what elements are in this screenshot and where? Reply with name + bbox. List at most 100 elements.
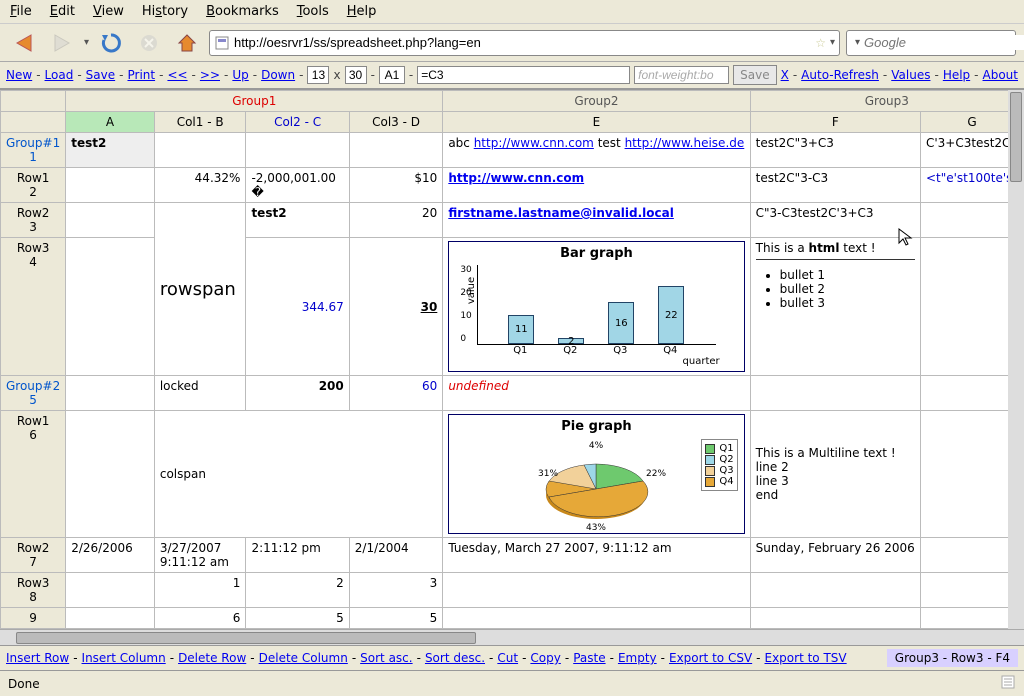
cell-c5[interactable]: 200 [246, 376, 349, 411]
next-link[interactable]: >> [200, 68, 220, 82]
url-input[interactable] [234, 35, 811, 50]
cell-d5[interactable]: 60 [349, 376, 443, 411]
cell-c1[interactable] [246, 133, 349, 168]
cell-c8[interactable]: 2 [246, 573, 349, 608]
cell-f3[interactable]: C"3-C3test2C'3+C3 [750, 203, 920, 238]
cell-a3[interactable] [66, 203, 155, 238]
vertical-scrollbar[interactable] [1008, 90, 1024, 629]
cell-a1[interactable]: test2 [66, 133, 155, 168]
insert-row-link[interactable]: Insert Row [6, 651, 69, 665]
sheet-area[interactable]: Group1 Group2 Group3 A Col1 - B Col2 - C… [0, 89, 1024, 629]
notes-icon[interactable] [1000, 674, 1016, 693]
url-bar[interactable]: ☆ ▾ [209, 30, 840, 56]
row1-header[interactable]: Group#1 1 [1, 133, 66, 168]
about-link[interactable]: About [983, 68, 1018, 82]
values-link[interactable]: Values [891, 68, 930, 82]
cell-f1[interactable]: test2C"3+C3 [750, 133, 920, 168]
cell-a4[interactable] [66, 238, 155, 376]
row-header-blank[interactable] [1, 112, 66, 133]
cell-b6[interactable]: colspan [154, 411, 442, 538]
cell-e6[interactable]: Pie graph 4% 22% 31% 43% Q1 Q2 [443, 411, 750, 538]
cell-d1[interactable] [349, 133, 443, 168]
cell-d8[interactable]: 3 [349, 573, 443, 608]
cell-d4[interactable]: 30 [349, 238, 443, 376]
menu-tools[interactable]: Tools [297, 4, 329, 19]
cut-link[interactable]: Cut [497, 651, 518, 665]
col-c-header[interactable]: Col2 - C [246, 112, 349, 133]
autorefresh-link[interactable]: Auto-Refresh [801, 68, 879, 82]
cell-f7[interactable]: Sunday, February 26 2006 [750, 538, 920, 573]
cell-b1[interactable] [154, 133, 246, 168]
cell-f4[interactable]: This is a html text ! bullet 1 bullet 2 … [750, 238, 920, 376]
export-tsv-link[interactable]: Export to TSV [765, 651, 847, 665]
cell-a9[interactable] [66, 608, 155, 629]
sort-desc-link[interactable]: Sort desc. [425, 651, 485, 665]
cols-input[interactable] [307, 66, 329, 84]
cell-e7[interactable]: Tuesday, March 27 2007, 9:11:12 am [443, 538, 750, 573]
row7-header[interactable]: Row2 7 [1, 538, 66, 573]
menu-bookmarks[interactable]: Bookmarks [206, 4, 279, 19]
insert-col-link[interactable]: Insert Column [82, 651, 166, 665]
row6-header[interactable]: Row1 6 [1, 411, 66, 538]
cell-b9[interactable]: 6 [154, 608, 246, 629]
row3-header[interactable]: Row2 3 [1, 203, 66, 238]
row5-header[interactable]: Group#2 5 [1, 376, 66, 411]
empty-link[interactable]: Empty [618, 651, 657, 665]
row2-header[interactable]: Row1 2 [1, 168, 66, 203]
dropdown-icon[interactable]: ▾ [855, 37, 860, 48]
cell-f8[interactable] [750, 573, 920, 608]
prev-link[interactable]: << [167, 68, 187, 82]
formula-input[interactable] [417, 66, 630, 84]
dropdown-icon[interactable]: ▾ [830, 37, 835, 48]
email-link[interactable]: firstname.lastname@invalid.local [448, 206, 674, 220]
delete-row-link[interactable]: Delete Row [178, 651, 246, 665]
cell-f6[interactable]: This is a Multiline text ! line 2 line 3… [750, 411, 920, 538]
cell-d9[interactable]: 5 [349, 608, 443, 629]
cell-e4[interactable]: Bar graph value 3020100 11 2 16 22 Q1Q2Q… [443, 238, 750, 376]
copy-link[interactable]: Copy [530, 651, 560, 665]
cell-e1[interactable]: abc http://www.cnn.com test http://www.h… [443, 133, 750, 168]
x-link[interactable]: X [781, 68, 789, 82]
cell-d2[interactable]: $10 [349, 168, 443, 203]
new-link[interactable]: New [6, 68, 32, 82]
cell-f2[interactable]: test2C"3-C3 [750, 168, 920, 203]
cell-a5[interactable] [66, 376, 155, 411]
star-icon[interactable]: ☆ [815, 36, 826, 50]
row4-header[interactable]: Row3 4 [1, 238, 66, 376]
cnn-link[interactable]: http://www.cnn.com [474, 136, 594, 150]
menu-help[interactable]: Help [347, 4, 377, 19]
menu-file[interactable]: File [10, 4, 32, 19]
paste-link[interactable]: Paste [573, 651, 605, 665]
cell-b5[interactable]: locked [154, 376, 246, 411]
row9-header[interactable]: 9 [1, 608, 66, 629]
cell-c4[interactable]: 344.67 [246, 238, 349, 376]
cell-d3[interactable]: 20 [349, 203, 443, 238]
help-link[interactable]: Help [943, 68, 970, 82]
heise-link[interactable]: http://www.heise.de [625, 136, 745, 150]
search-input[interactable] [864, 35, 1024, 50]
col-e-header[interactable]: E [443, 112, 750, 133]
col-d-header[interactable]: Col3 - D [349, 112, 443, 133]
menu-view[interactable]: View [93, 4, 124, 19]
cell-c9[interactable]: 5 [246, 608, 349, 629]
forward-button[interactable] [46, 29, 78, 57]
back-button[interactable] [8, 29, 40, 57]
sort-asc-link[interactable]: Sort asc. [360, 651, 412, 665]
search-box[interactable]: ▾ [846, 30, 1016, 56]
cell-c2[interactable]: -2,000,001.00 � [246, 168, 349, 203]
cell-a2[interactable] [66, 168, 155, 203]
group2-header[interactable]: Group2 [443, 91, 750, 112]
menu-edit[interactable]: Edit [50, 4, 75, 19]
print-link[interactable]: Print [127, 68, 155, 82]
cell-b8[interactable]: 1 [154, 573, 246, 608]
cell-c7[interactable]: 2:11:12 pm [246, 538, 349, 573]
cell-ref-input[interactable] [379, 66, 405, 84]
stop-button[interactable] [133, 29, 165, 57]
cell-b2[interactable]: 44.32% [154, 168, 246, 203]
export-csv-link[interactable]: Export to CSV [669, 651, 752, 665]
home-button[interactable] [171, 29, 203, 57]
row8-header[interactable]: Row3 8 [1, 573, 66, 608]
cell-f9[interactable] [750, 608, 920, 629]
delete-col-link[interactable]: Delete Column [259, 651, 348, 665]
group3-header[interactable]: Group3 [750, 91, 1023, 112]
